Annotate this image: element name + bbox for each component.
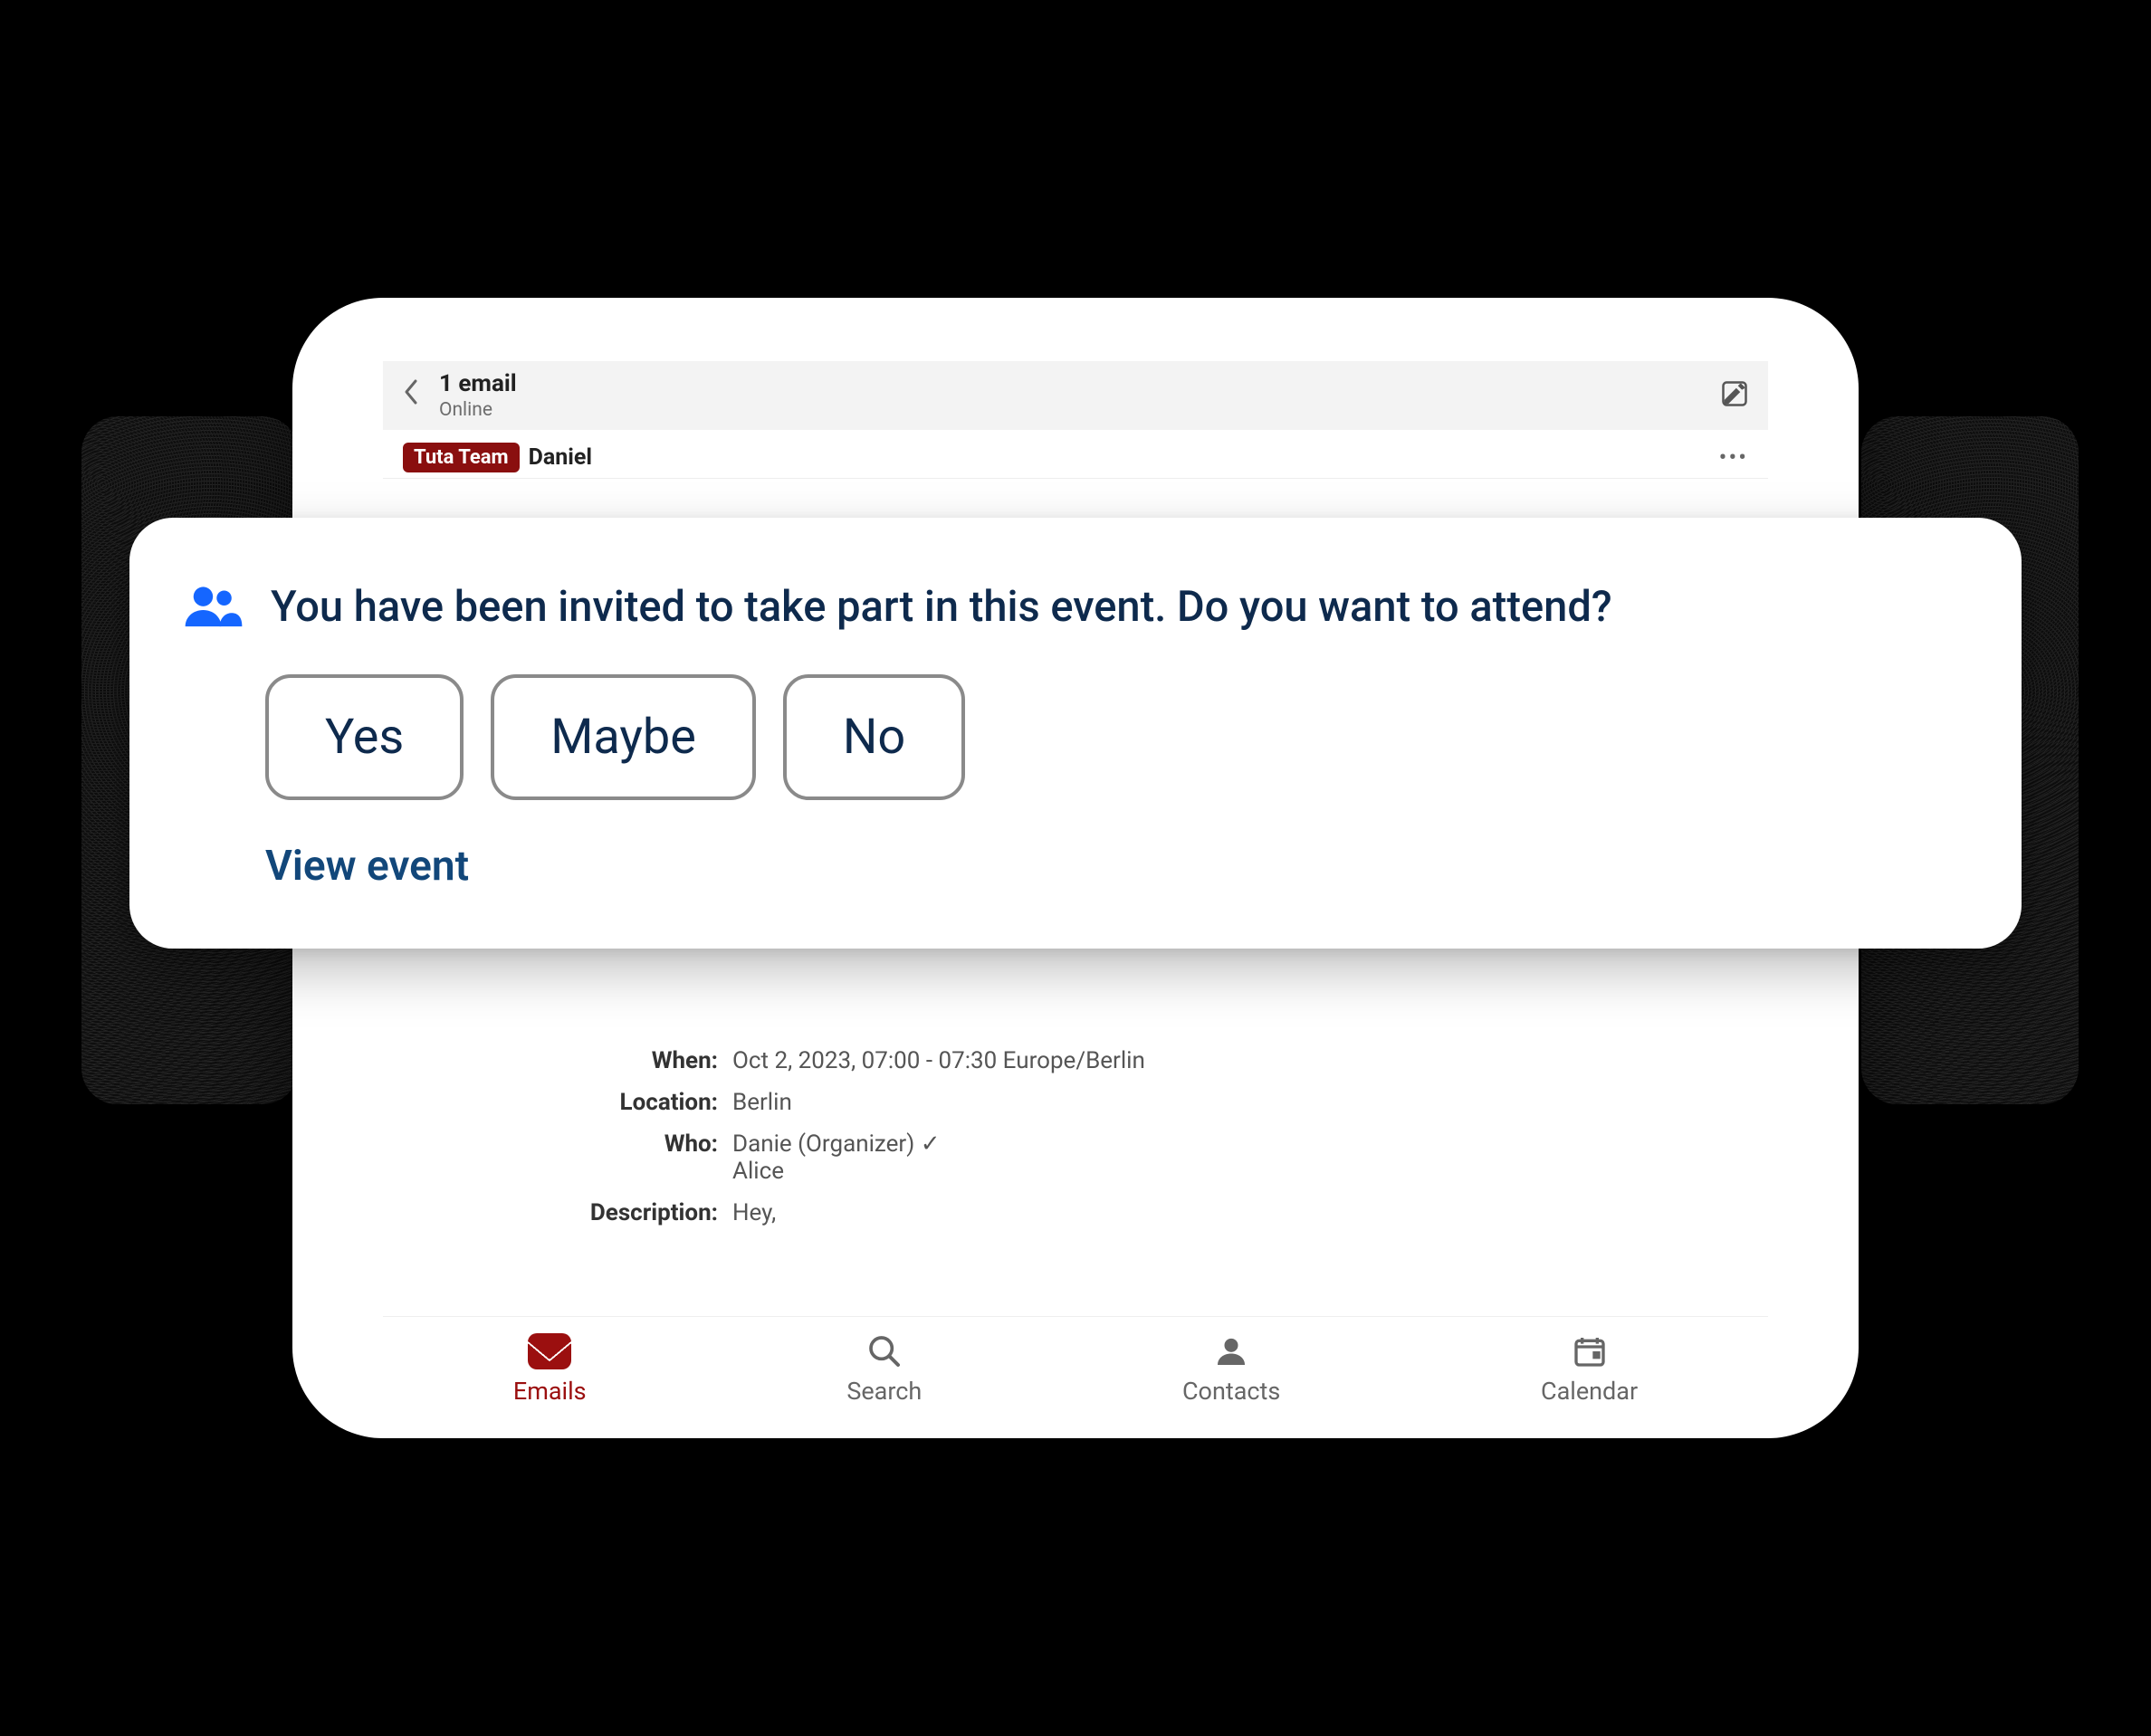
chevron-left-icon	[403, 378, 421, 405]
compose-button[interactable]	[1721, 380, 1748, 411]
value-location: Berlin	[732, 1089, 792, 1116]
nav-emails[interactable]: Emails	[513, 1333, 587, 1406]
mail-icon	[528, 1333, 571, 1369]
label-location: Location:	[546, 1089, 718, 1116]
sender-row: Tuta Team Daniel •••	[383, 430, 1768, 479]
mail-count-title: 1 email	[439, 370, 1703, 397]
more-options-button[interactable]: •••	[1719, 444, 1748, 472]
value-description: Hey,	[732, 1199, 776, 1226]
invite-message: You have been invited to take part in th…	[271, 581, 1612, 634]
rsvp-maybe-button[interactable]: Maybe	[491, 674, 756, 800]
event-details: When: Oct 2, 2023, 07:00 - 07:30 Europe/…	[383, 1040, 1768, 1252]
rsvp-yes-button[interactable]: Yes	[265, 674, 464, 800]
nav-search[interactable]: Search	[846, 1333, 922, 1406]
nav-search-label: Search	[846, 1377, 922, 1406]
mail-header-bar: 1 email Online	[383, 361, 1768, 430]
invite-card: You have been invited to take part in th…	[129, 518, 2022, 949]
calendar-icon	[1568, 1333, 1611, 1369]
connection-status: Online	[439, 399, 1703, 421]
value-who-organizer: Danie (Organizer) ✓	[732, 1130, 940, 1158]
sender-name: Daniel	[529, 444, 592, 471]
value-who-attendee: Alice	[732, 1158, 940, 1185]
nav-emails-label: Emails	[513, 1377, 587, 1406]
bottom-nav: Emails Search Contacts Calendar	[383, 1316, 1768, 1438]
rsvp-no-button[interactable]: No	[783, 674, 965, 800]
value-when: Oct 2, 2023, 07:00 - 07:30 Europe/Berlin	[732, 1047, 1145, 1074]
team-badge: Tuta Team	[403, 443, 520, 472]
search-icon	[863, 1333, 906, 1369]
contacts-icon	[1209, 1333, 1253, 1369]
nav-contacts-label: Contacts	[1182, 1377, 1280, 1406]
label-who: Who:	[546, 1130, 718, 1185]
nav-calendar[interactable]: Calendar	[1541, 1333, 1638, 1406]
nav-contacts[interactable]: Contacts	[1182, 1333, 1280, 1406]
view-event-link[interactable]: View event	[265, 842, 469, 891]
people-icon	[184, 582, 244, 633]
label-when: When:	[546, 1047, 718, 1074]
compose-icon	[1721, 380, 1748, 407]
nav-calendar-label: Calendar	[1541, 1377, 1638, 1406]
back-button[interactable]	[403, 378, 421, 413]
label-description: Description:	[546, 1199, 718, 1226]
